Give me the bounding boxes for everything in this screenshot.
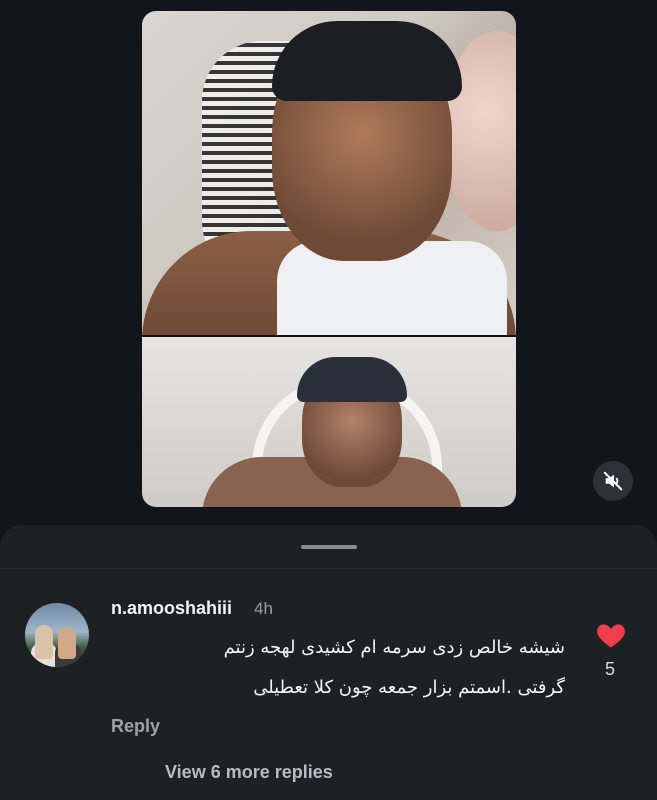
- speaker-muted-icon: [603, 471, 623, 491]
- sheet-drag-handle[interactable]: [301, 545, 357, 549]
- avatar[interactable]: [25, 603, 89, 667]
- comment-text-line: گرفتی .اسمتم بزار جمعه چون کلا تعطیلی: [253, 677, 565, 698]
- host-cap: [272, 21, 462, 101]
- video-area: [0, 0, 657, 530]
- avatar-face: [35, 625, 53, 659]
- view-more-replies-button[interactable]: View 6 more replies: [165, 762, 333, 783]
- comment-timestamp: 4h: [254, 599, 273, 618]
- avatar-face: [58, 627, 76, 659]
- reply-button[interactable]: Reply: [111, 716, 160, 737]
- comment-text: شیشه خالص زدی سرمه ام کشیدی لهجه زنتم گر…: [150, 628, 565, 708]
- comment-username[interactable]: n.amooshahiii: [111, 598, 232, 619]
- like-count: 5: [604, 659, 615, 679]
- comment-text-line: شیشه خالص زدی سرمه ام کشیدی لهجه زنتم: [223, 637, 565, 658]
- live-video-card[interactable]: [142, 11, 516, 507]
- guest-cap: [297, 357, 407, 402]
- comments-sheet: n.amooshahiii 4h شیشه خالص زدی سرمه ام ک…: [0, 525, 657, 800]
- video-feed-host: [142, 11, 516, 335]
- sheet-separator: [0, 568, 657, 569]
- heart-icon[interactable]: [596, 621, 626, 649]
- mute-button[interactable]: [593, 461, 633, 501]
- video-feed-guest: [142, 337, 516, 507]
